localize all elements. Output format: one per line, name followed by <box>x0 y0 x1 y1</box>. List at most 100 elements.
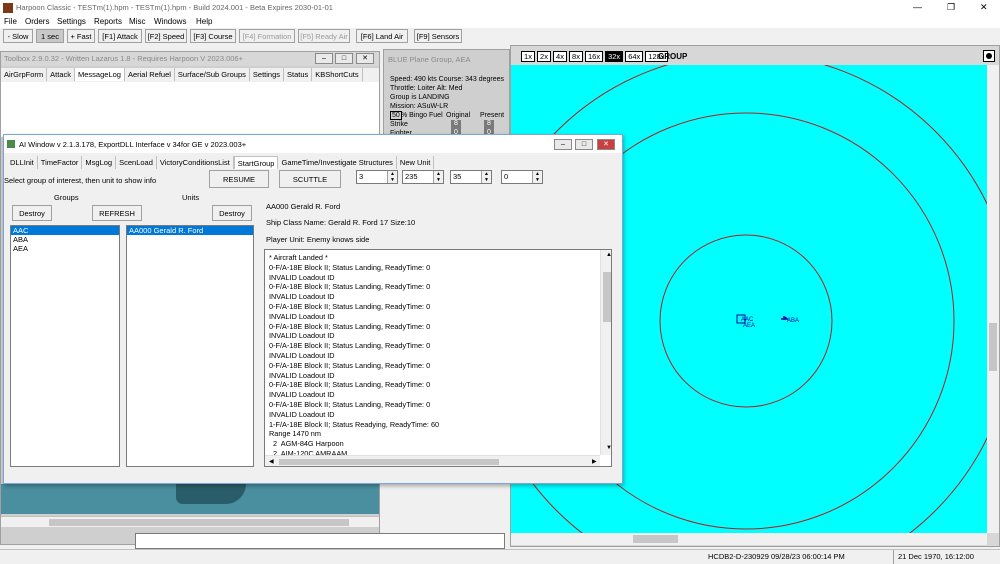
toolbox-maximize-button[interactable]: □ <box>335 53 353 64</box>
status-time: 21 Dec 1970, 16:12:00 <box>898 552 974 561</box>
blue-mission: Mission: ASuW-LR <box>390 103 449 110</box>
toolbox-hscrollbar[interactable] <box>1 516 379 527</box>
menu-orders[interactable]: Orders <box>25 17 49 26</box>
formation-button[interactable]: [F4] Formation <box>239 29 295 43</box>
ready-air-button[interactable]: [F5] Ready Air <box>298 29 350 43</box>
spin-arrows-icon[interactable]: ▲ ▼ <box>532 171 542 183</box>
tab-status[interactable]: Status <box>284 68 313 81</box>
toolbox-close-button[interactable]: ✕ <box>356 53 374 64</box>
one-sec-button[interactable]: 1 sec <box>36 29 64 43</box>
log-line: 0-F/A-18E Block II; Status Landing, Read… <box>269 380 431 390</box>
spin-arrows-icon[interactable]: ▲ ▼ <box>387 171 397 183</box>
log-hscroll-thumb[interactable] <box>279 459 499 465</box>
tab-scenload[interactable]: ScenLoad <box>116 156 157 169</box>
ai-close-button[interactable]: ✕ <box>597 139 615 150</box>
zoom-32x[interactable]: 32x <box>605 51 624 62</box>
spin-arrows-icon[interactable]: ▲ ▼ <box>433 171 443 183</box>
fast-button[interactable]: + Fast <box>67 29 95 43</box>
menu-settings[interactable]: Settings <box>57 17 86 26</box>
map-hscrollbar[interactable] <box>511 533 987 545</box>
units-list[interactable]: AA000 Gerald R. Ford <box>126 225 254 467</box>
tab-kbshortcuts[interactable]: KBShortCuts <box>312 68 363 81</box>
zoom-bar: 1x 2x 4x 8x 16x 32x 64x 128x <box>521 51 670 62</box>
tab-gametime-investigate[interactable]: GameTime/Investigate Structures <box>278 156 397 169</box>
tab-new-unit[interactable]: New Unit <box>397 156 435 169</box>
spin-3[interactable]: 35 ▲ ▼ <box>450 170 492 184</box>
tab-attack[interactable]: Attack <box>47 68 76 81</box>
unit-info-log[interactable]: * Aircraft Landed * 0-F/A-18E Block II; S… <box>264 249 612 467</box>
menu-help[interactable]: Help <box>196 17 212 26</box>
zoom-64x[interactable]: 64x <box>625 51 644 62</box>
menu-bar: File Orders Settings Reports Misc Window… <box>0 16 1000 28</box>
tab-surface-sub-groups[interactable]: Surface/Sub Groups <box>175 68 250 81</box>
log-hscrollbar[interactable]: ◀ ▶ <box>265 455 600 466</box>
ai-instruction: Select group of interest, then unit to s… <box>4 176 157 185</box>
log-vscrollbar[interactable]: ▲ ▼ <box>600 250 611 455</box>
log-line: 0-F/A-18E Block II; Status Landing, Read… <box>269 399 431 409</box>
minimize-button[interactable]: — <box>913 2 922 12</box>
down-arrow-icon[interactable]: ▼ <box>604 444 611 453</box>
ai-titlebar: AI Window v 2.1.3.178, ExportDLL Interfa… <box>4 135 622 153</box>
destroy-group-button[interactable]: Destroy <box>12 205 52 221</box>
scroll-thumb[interactable] <box>49 519 349 526</box>
tab-timefactor[interactable]: TimeFactor <box>38 156 83 169</box>
map-vscroll-thumb[interactable] <box>989 323 997 371</box>
group-item-aac[interactable]: AAC <box>11 226 119 235</box>
menu-reports[interactable]: Reports <box>94 17 122 26</box>
spin-arrows-icon[interactable]: ▲ ▼ <box>481 171 491 183</box>
blue-row-strike-present: 8 <box>484 120 494 129</box>
group-item-aba[interactable]: ABA <box>11 235 119 244</box>
tab-msglog[interactable]: MsgLog <box>82 156 117 169</box>
right-arrow-icon[interactable]: ▶ <box>590 458 597 466</box>
tab-airgrpform[interactable]: AirGrpForm <box>1 68 48 81</box>
spin-1[interactable]: 3 ▲ ▼ <box>356 170 398 184</box>
ai-minimize-button[interactable]: – <box>554 139 572 150</box>
sensors-button[interactable]: [F9] Sensors <box>414 29 462 43</box>
course-button[interactable]: [F3] Course <box>190 29 236 43</box>
unit-label-aba[interactable]: ABA <box>787 318 799 324</box>
tab-victoryconditionslist[interactable]: VictoryConditionsList <box>157 156 234 169</box>
tab-messagelog[interactable]: MessageLog <box>75 68 125 81</box>
up-arrow-icon[interactable]: ▲ <box>604 251 611 260</box>
map-record-button[interactable] <box>983 50 995 62</box>
spin-2[interactable]: 235 ▲ ▼ <box>402 170 444 184</box>
menu-windows[interactable]: Windows <box>154 17 186 26</box>
groups-list[interactable]: AAC ABA AEA <box>10 225 120 467</box>
log-line: INVALID Loadout ID <box>269 370 335 380</box>
log-line: * Aircraft Landed * <box>269 253 328 262</box>
destroy-unit-button[interactable]: Destroy <box>212 205 252 221</box>
land-air-button[interactable]: [F6] Land Air <box>356 29 408 43</box>
refresh-button[interactable]: REFRESH <box>92 205 142 221</box>
zoom-16x[interactable]: 16x <box>585 51 604 62</box>
message-log-area[interactable] <box>1 82 379 137</box>
resume-button[interactable]: RESUME <box>209 170 269 188</box>
zoom-4x[interactable]: 4x <box>553 51 567 62</box>
zoom-2x[interactable]: 2x <box>537 51 551 62</box>
toolbox-minimize-button[interactable]: – <box>315 53 333 64</box>
log-vscroll-thumb[interactable] <box>603 272 611 322</box>
close-button[interactable]: ✕ <box>980 2 988 13</box>
zoom-1x[interactable]: 1x <box>521 51 535 62</box>
menu-misc[interactable]: Misc <box>129 17 145 26</box>
left-arrow-icon[interactable]: ◀ <box>267 458 274 466</box>
spin-4[interactable]: 0 ▲ ▼ <box>501 170 543 184</box>
map-hscroll-thumb[interactable] <box>633 535 678 543</box>
tab-settings[interactable]: Settings <box>250 68 284 81</box>
speed-button[interactable]: [F2] Speed <box>145 29 187 43</box>
group-item-aea[interactable]: AEA <box>11 244 119 253</box>
map-vscrollbar[interactable] <box>987 65 999 533</box>
command-input[interactable] <box>135 533 505 549</box>
tab-aerial-refuel[interactable]: Aerial Refuel <box>125 68 175 81</box>
ship-class: Ship Class Name: Gerald R. Ford 17 Size:… <box>266 218 416 227</box>
maximize-button[interactable]: ❐ <box>947 2 955 13</box>
ai-maximize-button[interactable]: □ <box>575 139 593 150</box>
tab-startgroup[interactable]: StartGroup <box>233 156 279 169</box>
menu-file[interactable]: File <box>4 17 17 26</box>
zoom-8x[interactable]: 8x <box>569 51 583 62</box>
unit-label-aea[interactable]: AEA <box>743 323 755 329</box>
attack-button[interactable]: [F1] Attack <box>98 29 142 43</box>
slow-button[interactable]: - Slow <box>3 29 33 43</box>
unit-item-gerald-ford[interactable]: AA000 Gerald R. Ford <box>127 226 253 235</box>
scuttle-button[interactable]: SCUTTLE <box>279 170 341 188</box>
tab-dllinit[interactable]: DLLInit <box>7 156 38 169</box>
